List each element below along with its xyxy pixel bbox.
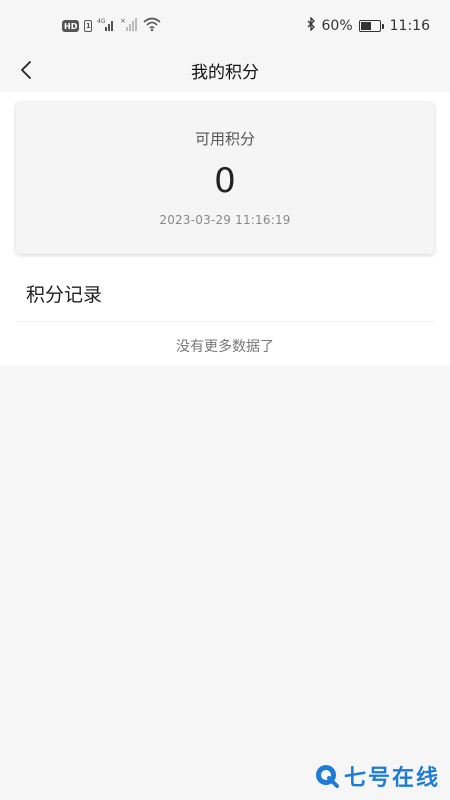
wifi-icon (143, 17, 161, 35)
available-points-label: 可用积分 (194, 130, 255, 148)
status-right: 60% 11:16 (306, 16, 430, 35)
battery-icon (358, 20, 384, 32)
svg-text:×: × (120, 17, 126, 25)
signal-icon: 4G (97, 17, 115, 35)
nav-bar: 我的积分 (0, 52, 450, 88)
status-left: HD 1 4G × (62, 17, 161, 35)
no-more-data-text: 没有更多数据了 (176, 339, 274, 355)
chevron-left-icon (21, 61, 31, 79)
page-title: 我的积分 (191, 62, 259, 83)
watermark: 七号在线 (314, 760, 440, 792)
divider (16, 321, 434, 322)
hd-icon: HD (62, 20, 80, 32)
watermark-logo-icon (315, 765, 339, 788)
records-title: 积分记录 (26, 284, 103, 306)
watermark-text: 七号在线 (343, 766, 440, 791)
signal-no-service-icon: × (120, 17, 138, 35)
battery-fill (360, 22, 372, 30)
back-button[interactable] (12, 56, 40, 84)
network-label: 4G (97, 18, 106, 25)
points-timestamp: 2023-03-29 11:16:19 (159, 213, 291, 227)
points-content: 可用积分 0 2023-03-29 11:16:19 积分记录 没有更多数据了 (0, 92, 450, 366)
points-card: 可用积分 0 2023-03-29 11:16:19 (16, 102, 434, 254)
status-time: 11:16 (389, 18, 430, 34)
status-bar: HD 1 4G × 60% 11:16 (0, 0, 450, 52)
available-points-value: 0 (214, 161, 236, 201)
sim-icon: 1 (84, 20, 93, 32)
battery-percent: 60% (321, 18, 353, 34)
bluetooth-icon (306, 16, 316, 35)
